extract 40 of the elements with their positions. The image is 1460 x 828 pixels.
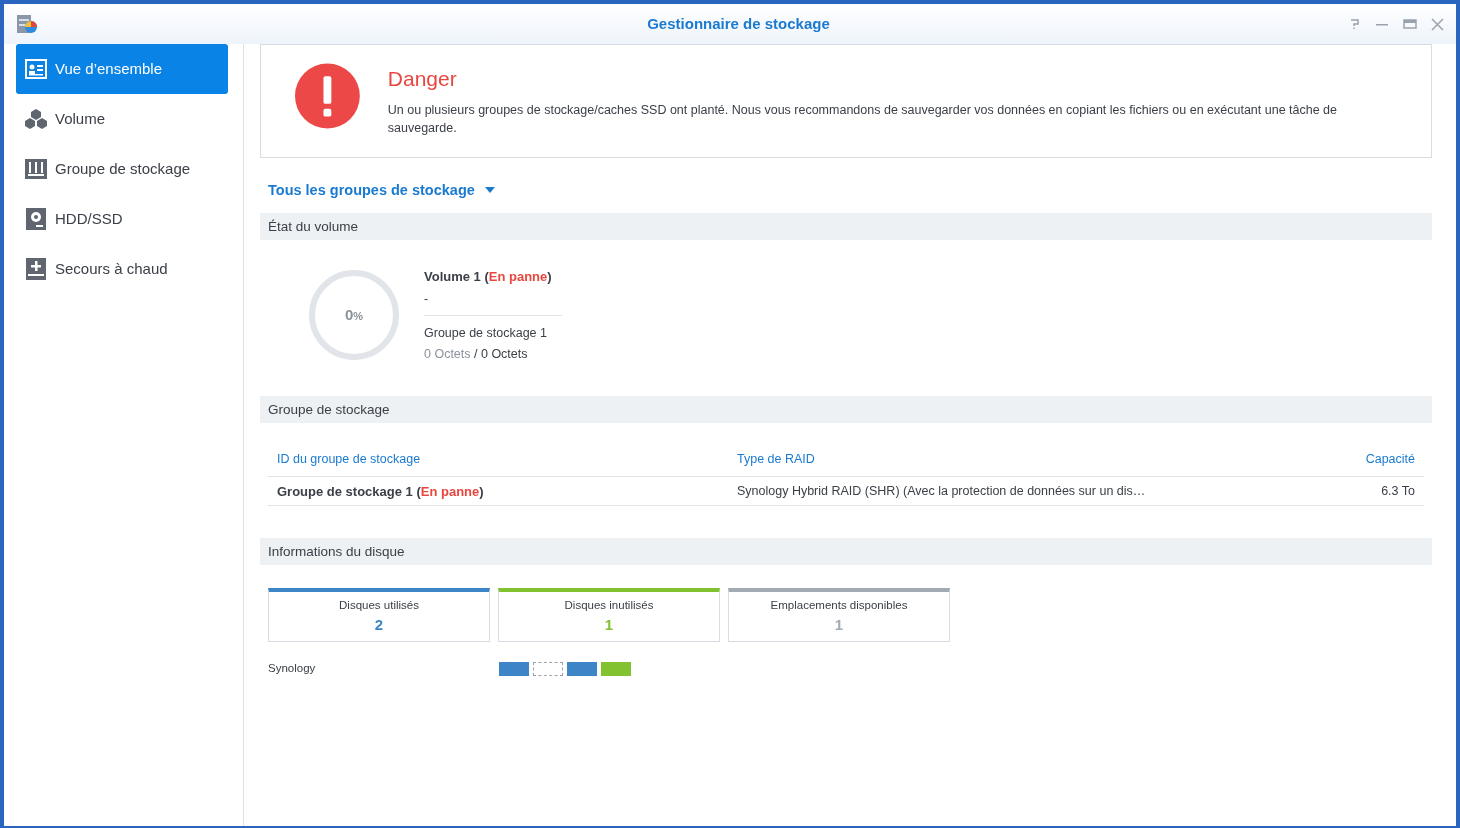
overview-icon (25, 59, 47, 79)
app-logo-icon (16, 13, 38, 35)
sidebar-item[interactable]: HDD/SSD (16, 194, 228, 244)
stat-label: Disques inutilisés (564, 597, 654, 613)
sidebar-item[interactable]: Secours à chaud (16, 244, 228, 294)
stat-label: Disques utilisés (339, 597, 419, 613)
volume-capacity: 0 Octets / 0 Octets (424, 345, 529, 363)
table-cell-text: Groupe de stockage 1 (En panne) (277, 482, 485, 501)
section-header: Groupe de stockage (260, 396, 1432, 424)
volume-description: - (424, 291, 429, 309)
table-cell-text: Synology Hybrid RAID (SHR) (Avec la protection de données sur un dis… (737, 482, 1147, 500)
help-icon[interactable] (1349, 18, 1361, 30)
window-title: Gestionnaire de stockage (647, 13, 830, 34)
table-cell-text: 6.3 To (1381, 482, 1415, 500)
storage-pool-icon (25, 159, 47, 179)
alert-title: Danger (387, 66, 458, 92)
device-name: Synology (268, 661, 317, 677)
cubes-icon (25, 108, 47, 130)
maximize-icon[interactable] (1403, 18, 1417, 30)
volume-name: Volume 1 (En panne) (424, 267, 553, 286)
section-header: Informations du disque (260, 538, 1432, 566)
section-header: État du volume (260, 213, 1432, 241)
close-icon[interactable] (1431, 17, 1444, 31)
caret-icon (484, 187, 495, 194)
pool-filter-dropdown[interactable]: Tous les groupes de stockage (268, 179, 495, 202)
exclamation-icon (295, 63, 360, 129)
plus-drive-icon (26, 258, 46, 280)
column-header[interactable]: Type de RAID (737, 450, 1366, 470)
column-header[interactable]: Capacité (1365, 450, 1415, 470)
sidebar-item[interactable]: Vue d’ensemble (16, 44, 228, 94)
usage-percent: 0% (344, 305, 364, 326)
sidebar-item[interactable]: Volume (16, 94, 228, 144)
alert-message: Un ou plusieurs groupes de stockage/caches SSD ont planté. Nous vous recommandons de sauvegarder vos données en copiant les fichiers ou en exécutant une tâche de sauvegarde. (387, 101, 1338, 137)
stat-label: Emplacements disponibles (770, 597, 908, 613)
stat-value: 1 (834, 615, 844, 636)
stat-value: 1 (604, 615, 614, 636)
stat-value: 2 (374, 615, 384, 636)
sidebar-item[interactable]: Groupe de stockage (16, 144, 228, 194)
column-header[interactable]: ID du groupe de stockage (277, 450, 737, 470)
volume-pool: Groupe de stockage 1 (424, 325, 548, 343)
